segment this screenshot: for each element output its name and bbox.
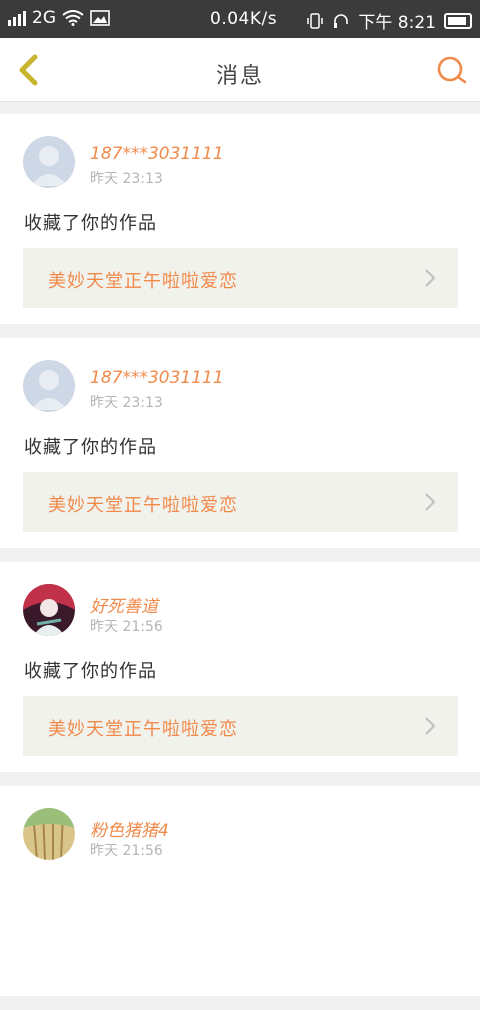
- message-card: 粉色猪猪4 昨天 21:56: [0, 786, 480, 996]
- work-title: 美妙天堂正午啦啦爱恋: [48, 271, 238, 292]
- message-list: 187***3031111 昨天 23:13 收藏了你的作品 美妙天堂正午啦啦爱…: [0, 114, 480, 1010]
- avatar[interactable]: [23, 136, 75, 188]
- message-text: 收藏了你的作品: [24, 661, 157, 682]
- user-photo-icon: [23, 584, 75, 636]
- work-link[interactable]: 美妙天堂正午啦啦爱恋: [23, 248, 458, 308]
- message-card: 187***3031111 昨天 23:13 收藏了你的作品 美妙天堂正午啦啦爱…: [0, 338, 480, 548]
- headset-icon: [334, 13, 349, 28]
- username[interactable]: 187***3031111: [90, 144, 224, 164]
- page-title: 消息: [215, 64, 264, 89]
- timestamp: 昨天 21:56: [90, 619, 163, 635]
- username[interactable]: 粉色猪猪4: [90, 816, 169, 841]
- work-link[interactable]: 美妙天堂正午啦啦爱恋: [23, 696, 458, 756]
- avatar[interactable]: [23, 360, 75, 412]
- work-title: 美妙天堂正午啦啦爱恋: [48, 719, 238, 740]
- work-link[interactable]: 美妙天堂正午啦啦爱恋: [23, 472, 458, 532]
- message-card: 187***3031111 昨天 23:13 收藏了你的作品 美妙天堂正午啦啦爱…: [0, 114, 480, 324]
- timestamp: 昨天 21:56: [90, 843, 163, 859]
- signal-icon: [8, 10, 26, 26]
- status-right: 下午 8:21: [306, 8, 472, 33]
- chevron-right-icon: [425, 717, 436, 735]
- avatar[interactable]: [23, 584, 75, 636]
- image-notification-icon: [90, 10, 110, 26]
- user-photo-icon: [23, 808, 75, 860]
- network-speed: 0.04K/s: [210, 9, 278, 29]
- chevron-right-icon: [425, 493, 436, 511]
- network-type: 2G: [32, 8, 56, 28]
- message-text: 收藏了你的作品: [24, 437, 157, 458]
- default-avatar-icon: [31, 146, 67, 186]
- avatar[interactable]: [23, 808, 75, 860]
- timestamp: 昨天 23:13: [90, 395, 163, 411]
- battery-icon: [444, 12, 472, 29]
- username[interactable]: 187***3031111: [90, 368, 224, 388]
- timestamp: 昨天 23:13: [90, 171, 163, 187]
- username[interactable]: 好死善道: [90, 592, 158, 617]
- default-avatar-icon: [31, 370, 67, 410]
- wifi-icon: [62, 10, 84, 26]
- header-bar: 消息: [0, 38, 480, 102]
- status-left: 2G: [8, 8, 110, 28]
- status-bar: 2G 0.04K/s 下午 8:21: [0, 0, 480, 38]
- message-text: 收藏了你的作品: [24, 213, 157, 234]
- search-button[interactable]: [436, 54, 468, 86]
- message-card: 好死善道 昨天 21:56 收藏了你的作品 美妙天堂正午啦啦爱恋: [0, 562, 480, 772]
- vibrate-icon: [307, 12, 324, 29]
- work-title: 美妙天堂正午啦啦爱恋: [48, 495, 238, 516]
- clock: 下午 8:21: [358, 13, 436, 33]
- chevron-right-icon: [425, 269, 436, 287]
